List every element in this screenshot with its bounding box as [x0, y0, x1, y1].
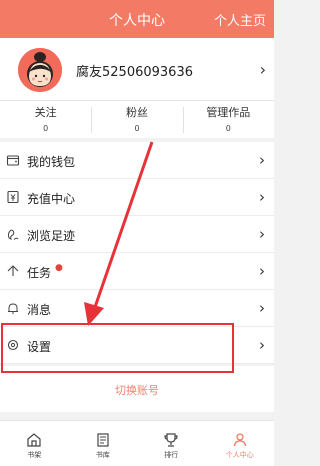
menu-item-wallet[interactable]: 我的钱包 ›: [0, 142, 274, 179]
stat-value: 0: [43, 124, 49, 133]
gear-icon: [6, 338, 20, 352]
person-icon: [233, 433, 246, 447]
username: 腐友52506093636: [76, 65, 193, 80]
stat-manage-works[interactable]: 管理作品 0: [182, 101, 274, 138]
top-header: 个人中心 个人主页: [0, 0, 274, 38]
menu-item-history[interactable]: 浏览足迹 ›: [0, 216, 274, 253]
menu-item-label: 我的钱包: [27, 155, 76, 169]
stat-value: 0: [134, 124, 140, 133]
menu-item-label: 任务: [27, 266, 52, 280]
cartoon-avatar-icon: [18, 48, 62, 92]
switch-account-button[interactable]: 切换账号: [115, 382, 159, 398]
stat-following[interactable]: 关注 0: [0, 101, 91, 138]
stat-value: 0: [225, 124, 231, 133]
chevron-right-icon: ›: [259, 151, 265, 169]
tab-library[interactable]: 书库: [69, 421, 138, 466]
homepage-link[interactable]: 个人主页: [214, 10, 266, 29]
menu-item-label: 浏览足迹: [27, 229, 76, 243]
stat-label: 粉丝: [125, 106, 148, 119]
stats-bar: 关注 0 粉丝 0 管理作品 0: [0, 100, 274, 138]
tab-label: 排行: [164, 451, 179, 459]
bookshelf-icon: [27, 433, 41, 447]
chevron-right-icon: ›: [259, 299, 265, 317]
chevron-right-icon: ›: [259, 262, 265, 280]
chevron-right-icon: ›: [259, 336, 265, 354]
menu-item-settings[interactable]: 设置 ›: [0, 327, 274, 364]
chevron-right-icon: ›: [259, 60, 266, 79]
stat-label: 关注: [34, 106, 57, 119]
menu-item-recharge[interactable]: 充值中心 ›: [0, 179, 274, 216]
stat-label: 管理作品: [206, 106, 251, 119]
bell-icon: [6, 301, 20, 315]
library-icon: [97, 433, 109, 447]
tab-label: 个人中心: [225, 451, 254, 459]
tab-profile[interactable]: 个人中心: [206, 421, 275, 466]
trophy-icon: [164, 433, 178, 447]
menu-item-label: 消息: [27, 303, 52, 317]
menu-item-tasks[interactable]: 任务 ● ›: [0, 253, 274, 290]
menu-item-label: 充值中心: [27, 192, 76, 206]
menu-item-label: 设置: [27, 340, 52, 354]
wallet-icon: [6, 153, 20, 167]
tab-label: 书库: [95, 451, 110, 459]
notification-dot: ●: [55, 263, 63, 273]
profile-card[interactable]: 腐友52506093636 ›: [0, 38, 274, 100]
tab-ranking[interactable]: 排行: [137, 421, 206, 466]
menu-item-messages[interactable]: 消息 ›: [0, 290, 274, 327]
footprint-icon: [6, 227, 20, 241]
bottom-tab-bar: 书架 书库 排行 个人中心: [0, 420, 274, 466]
chevron-right-icon: ›: [259, 225, 265, 243]
task-icon: [6, 264, 20, 278]
tab-label: 书架: [27, 451, 42, 459]
chevron-right-icon: ›: [259, 188, 265, 206]
recharge-icon: [6, 190, 20, 204]
tab-bookshelf[interactable]: 书架: [0, 421, 69, 466]
stat-fans[interactable]: 粉丝 0: [91, 101, 182, 138]
switch-account-section: 切换账号: [0, 366, 274, 412]
settings-menu: 我的钱包 › 充值中心 › 浏览足迹 › 任务 ● › 消息 › 设置 ›: [0, 142, 274, 364]
